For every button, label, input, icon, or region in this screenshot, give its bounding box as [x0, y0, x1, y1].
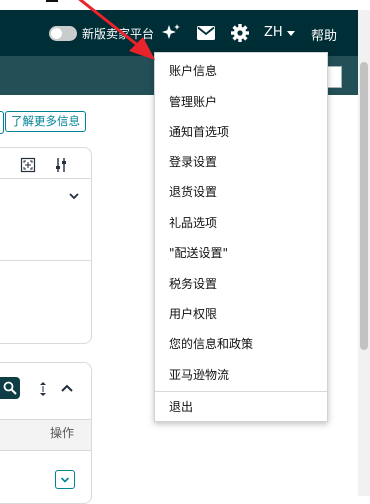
sparkle-icon[interactable]	[160, 22, 182, 44]
search-input[interactable]	[326, 66, 342, 88]
toggle-knob	[51, 28, 62, 39]
menu-item-logout[interactable]: 退出	[169, 398, 193, 415]
scrollbar-thumb[interactable]	[360, 62, 368, 350]
menu-item-notifications[interactable]: 通知首选项	[169, 123, 229, 140]
table-header	[0, 419, 91, 451]
menu-item-gift-options[interactable]: 礼品选项	[169, 214, 217, 231]
operations-column-header: 操作	[50, 426, 75, 440]
mail-icon[interactable]	[197, 26, 215, 40]
caret-down-icon	[287, 31, 295, 36]
chevron-down-icon[interactable]	[68, 191, 80, 201]
menu-item-info-and-policies[interactable]: 您的信息和政策	[169, 335, 253, 352]
search-icon	[3, 381, 17, 395]
menu-item-user-permissions[interactable]: 用户权限	[169, 305, 217, 322]
help-link[interactable]: 帮助	[311, 25, 337, 44]
window-mark	[46, 0, 58, 2]
menu-item-tax-settings[interactable]: 税务设置	[169, 275, 217, 292]
settings-dropdown-menu: 账户信息 管理账户 通知首选项 登录设置 退货设置 礼品选项 "配送设置" 税务…	[154, 52, 328, 422]
card-divider	[0, 260, 91, 261]
new-platform-toggle[interactable]	[49, 26, 77, 41]
menu-divider	[155, 391, 327, 392]
gear-icon[interactable]	[230, 23, 250, 43]
card-divider	[0, 178, 91, 179]
expand-icon[interactable]	[20, 157, 36, 173]
row-expand-button[interactable]	[55, 470, 75, 489]
menu-item-login-settings[interactable]: 登录设置	[169, 153, 217, 170]
search-button[interactable]	[0, 377, 20, 399]
chevron-down-icon	[60, 477, 70, 483]
top-nav-bar: 新版卖家平台 ZH 帮助	[0, 10, 358, 56]
toggle-label: 新版卖家平台	[82, 27, 155, 41]
menu-item-manage-accounts[interactable]: 管理账户	[169, 93, 217, 110]
menu-item-account-info[interactable]: 账户信息	[169, 62, 217, 79]
sort-icon[interactable]	[38, 381, 48, 397]
menu-item-return-settings[interactable]: 退货设置	[169, 183, 217, 200]
button-edge	[0, 111, 4, 134]
learn-more-link[interactable]: 了解更多信息	[5, 111, 86, 132]
language-selector[interactable]: ZH	[264, 25, 283, 40]
top-strip	[0, 0, 370, 10]
menu-item-fba[interactable]: 亚马逊物流	[169, 366, 229, 383]
filter-icon[interactable]	[54, 157, 68, 173]
info-card	[0, 147, 92, 344]
menu-item-shipping-settings[interactable]: "配送设置"	[169, 244, 228, 261]
chevron-up-icon[interactable]	[60, 383, 74, 393]
